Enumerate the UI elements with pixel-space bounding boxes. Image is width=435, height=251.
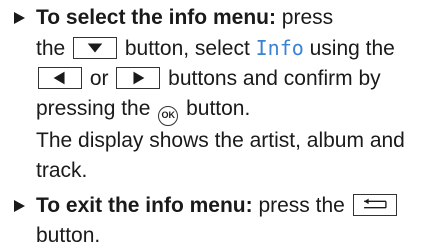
menu-word-info: Info bbox=[255, 36, 304, 60]
step-text-2: the bbox=[36, 37, 72, 60]
step-text-1: press the bbox=[252, 194, 351, 217]
step-text-7: pressing the bbox=[36, 97, 157, 120]
bullet-arrow-icon bbox=[14, 200, 25, 212]
step-text-4: using the bbox=[303, 37, 395, 60]
ok-icon: OK bbox=[158, 106, 179, 126]
bullet-arrow-icon bbox=[14, 12, 25, 24]
step-text-5: or bbox=[84, 67, 115, 90]
down-triangle-icon bbox=[73, 37, 118, 59]
step-text-line6: track. bbox=[36, 159, 88, 182]
step-text: To exit the info menu: press the button. bbox=[36, 191, 429, 251]
right-triangle-icon bbox=[116, 67, 161, 89]
step-lead: To select the info menu: bbox=[36, 6, 276, 29]
step-text-3: button, select bbox=[119, 37, 256, 60]
back-arrow-icon bbox=[352, 194, 397, 216]
step-text-8: button. bbox=[180, 97, 251, 120]
step-text: To select the info menu: press the butto… bbox=[36, 3, 429, 186]
step-text-line5: The display shows the artist, album and bbox=[36, 129, 405, 152]
left-triangle-icon bbox=[38, 67, 82, 89]
step-text-line2: button. bbox=[36, 224, 101, 247]
step-lead: To exit the info menu: bbox=[36, 194, 253, 217]
step-text-6: buttons and confirm by bbox=[162, 67, 381, 90]
instruction-step-exit-info: To exit the info menu: press the button. bbox=[14, 191, 429, 251]
step-text-1: press bbox=[275, 6, 334, 29]
instruction-step-select-info: To select the info menu: press the butto… bbox=[14, 3, 429, 186]
